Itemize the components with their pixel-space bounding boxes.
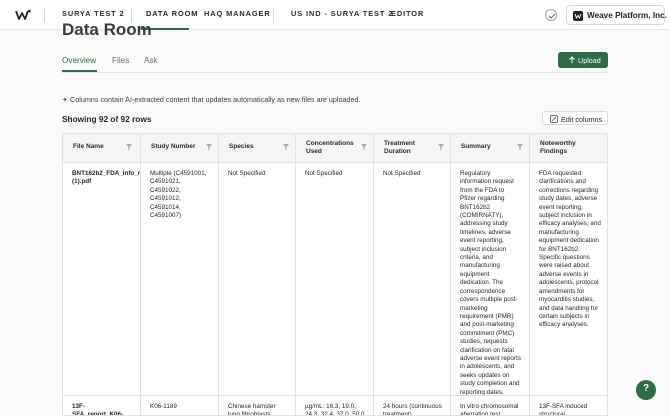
filter-icon[interactable] <box>206 144 212 150</box>
nav-divider <box>273 8 274 22</box>
nav-item-product[interactable]: US IND - SURYA TEST 2 <box>291 9 393 18</box>
table-cell-study-number: K06-1189 <box>141 396 219 415</box>
ai-info-note: ✦ Columns contain AI-extracted content th… <box>62 95 361 104</box>
help-icon: ? <box>642 383 650 394</box>
filter-icon[interactable] <box>283 144 289 150</box>
organization-name: Weave Platform, Inc. <box>587 11 667 20</box>
table-cell-treatment-duration: 24 hours (continuous treatment) <box>374 396 451 415</box>
data-table: File Name Study Number Species Concentra… <box>62 133 608 416</box>
column-header-treatment-duration[interactable]: Treatment Duration <box>374 134 451 163</box>
table-cell-file-name[interactable]: BNT162b2_FDA_info_req (1).pdf <box>63 163 141 396</box>
tab-ask[interactable]: Ask <box>144 56 158 65</box>
column-header-study-number[interactable]: Study Number <box>141 134 219 163</box>
org-icon <box>573 11 583 21</box>
table-cell-file-name[interactable]: 13F-SFA_report_K06-1189.pdf <box>63 396 141 415</box>
table-cell-species: Chinese hamster lung fibroblasts <box>219 396 296 415</box>
project-name[interactable]: SURYA TEST 2 <box>62 9 125 18</box>
filter-icon[interactable] <box>517 144 523 150</box>
nav-item-editor[interactable]: EDITOR <box>391 9 424 18</box>
table-cell-noteworthy-findings: FDA requested clarifications and correct… <box>530 163 607 396</box>
column-header-concentrations[interactable]: Concentrations Used <box>296 134 374 163</box>
table-cell-noteworthy-findings: 13F-SFA induced structural <box>530 396 607 415</box>
nav-item-haq-manager[interactable]: HAQ MANAGER <box>204 9 271 18</box>
table-cell-concentrations: µg/mL: 16.3, 19.0, 24.3, 32.4, 37.0, 50.… <box>296 396 374 415</box>
filter-icon[interactable] <box>438 144 444 150</box>
row-count: Showing 92 of 92 rows <box>62 114 152 124</box>
column-header-noteworthy-findings[interactable]: Noteworthy Findings <box>530 134 607 163</box>
nav-divider <box>44 8 45 22</box>
table-cell-summary: In vitro chromosomal aberration test <box>451 396 530 415</box>
upload-icon <box>569 56 575 63</box>
filter-icon[interactable] <box>361 144 367 150</box>
edit-columns-label: Edit columns <box>561 115 603 124</box>
column-header-summary[interactable]: Summary <box>451 134 530 163</box>
help-button[interactable]: ? <box>636 380 656 400</box>
column-header-label: Study Number <box>151 143 196 150</box>
table-cell-treatment-duration: Not Specified <box>374 163 451 396</box>
edit-icon <box>550 115 558 123</box>
column-header-file-name[interactable]: File Name <box>63 134 141 163</box>
table-cell-concentrations: Not Specified <box>296 163 374 396</box>
tabs-divider <box>62 72 608 73</box>
organization-switcher[interactable]: Weave Platform, Inc. <box>566 5 667 25</box>
page-title: Data Room <box>62 20 152 39</box>
sparkle-icon: ✦ <box>62 95 69 104</box>
column-header-label: Noteworthy Findings <box>540 140 576 156</box>
column-header-species[interactable]: Species <box>219 134 296 163</box>
column-header-label: Concentrations Used <box>306 140 354 156</box>
nav-item-data-room[interactable]: DATA ROOM <box>146 9 198 18</box>
column-header-label: Summary <box>461 143 491 150</box>
upload-label: Upload <box>578 56 601 65</box>
tab-overview[interactable]: Overview <box>62 56 96 65</box>
column-header-label: Treatment Duration <box>384 140 416 156</box>
table-cell-study-number: Multiple (C4591001, C4591021, C4591022, … <box>141 163 219 396</box>
column-header-label: Species <box>229 143 254 150</box>
ai-info-text: Columns contain AI-extracted content tha… <box>70 95 361 104</box>
table-cell-summary: Regulatory information request from the … <box>451 163 530 396</box>
table-cell-species: Not Specified <box>219 163 296 396</box>
upload-button[interactable]: Upload <box>558 52 608 68</box>
edit-columns-button[interactable]: Edit columns <box>542 111 608 125</box>
filter-icon[interactable] <box>126 144 132 150</box>
tab-files[interactable]: Files <box>112 56 129 65</box>
weave-logo-icon[interactable] <box>15 9 31 21</box>
column-header-label: File Name <box>73 143 104 150</box>
check-circle-icon[interactable] <box>545 9 557 21</box>
